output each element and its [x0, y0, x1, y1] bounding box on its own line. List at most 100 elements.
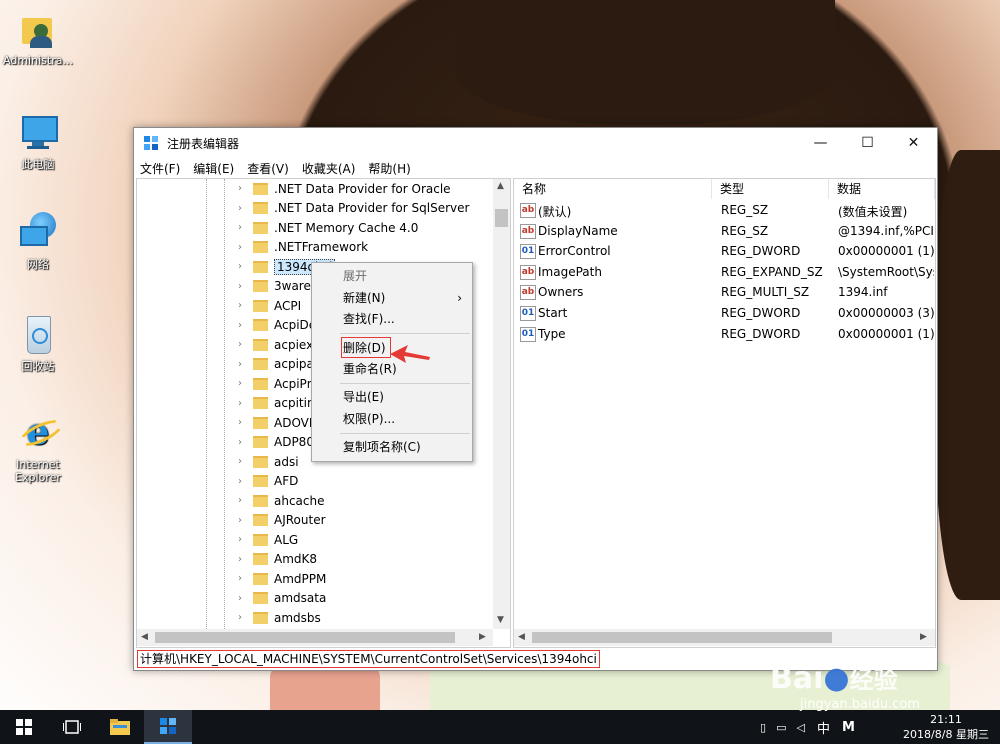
- scroll-thumb[interactable]: [155, 632, 455, 643]
- tree-item[interactable]: › .NET Data Provider for Oracle: [233, 179, 451, 198]
- expand-chevron-icon[interactable]: ›: [233, 359, 247, 370]
- task-view-button[interactable]: [48, 710, 96, 744]
- minimize-button[interactable]: —: [798, 128, 843, 158]
- value-row[interactable]: ab Owners REG_MULTI_SZ 1394.inf: [514, 283, 935, 303]
- clock-date: 2018/8/8 星期三: [903, 727, 989, 741]
- expand-chevron-icon[interactable]: ›: [233, 300, 247, 311]
- tree-item[interactable]: › .NETFramework: [233, 238, 368, 257]
- string-value-icon: ab: [520, 285, 536, 301]
- maximize-button[interactable]: ☐: [845, 128, 890, 158]
- column-header-data[interactable]: 数据: [829, 179, 935, 199]
- menu-favorites[interactable]: 收藏夹(A): [302, 160, 356, 177]
- input-mode-icon[interactable]: M: [842, 720, 855, 735]
- tree-item[interactable]: › adsi: [233, 452, 299, 471]
- expand-chevron-icon[interactable]: ›: [233, 456, 247, 467]
- value-row[interactable]: 01 Start REG_DWORD 0x00000003 (3): [514, 304, 935, 324]
- scroll-down-arrow[interactable]: ▼: [497, 615, 504, 625]
- expand-chevron-icon[interactable]: ›: [233, 222, 247, 233]
- usb-icon[interactable]: ▯: [760, 721, 766, 734]
- context-item-find[interactable]: 查找(F)...: [312, 308, 472, 330]
- tree-item[interactable]: › amdsbs: [233, 608, 321, 627]
- desktop-icon-label: Internet Explorer: [15, 458, 61, 484]
- start-button[interactable]: [0, 710, 48, 744]
- expand-chevron-icon[interactable]: ›: [233, 203, 247, 214]
- expand-chevron-icon[interactable]: ›: [233, 534, 247, 545]
- file-explorer-button[interactable]: [96, 710, 144, 744]
- expand-chevron-icon[interactable]: ›: [233, 261, 247, 272]
- close-button[interactable]: ✕: [891, 128, 936, 158]
- expand-chevron-icon[interactable]: ›: [233, 242, 247, 253]
- scroll-thumb[interactable]: [495, 209, 508, 227]
- tree-item[interactable]: › 3ware: [233, 277, 311, 296]
- title-bar[interactable]: 注册表编辑器 — ☐ ✕: [134, 128, 937, 158]
- ime-indicator[interactable]: 中: [817, 718, 830, 737]
- regedit-taskbar-button[interactable]: [144, 710, 192, 744]
- expand-chevron-icon[interactable]: ›: [233, 378, 247, 389]
- desktop-icon-internet-explorer[interactable]: e Internet Explorer: [0, 414, 76, 484]
- network-tray-icon[interactable]: ▭: [776, 721, 786, 734]
- menu-edit[interactable]: 编辑(E): [193, 160, 234, 177]
- expand-chevron-icon[interactable]: ›: [233, 398, 247, 409]
- scroll-right-arrow[interactable]: ▶: [920, 632, 927, 642]
- scroll-right-arrow[interactable]: ▶: [479, 632, 486, 642]
- desktop-icon-network[interactable]: 网络: [0, 212, 76, 272]
- context-item-expand[interactable]: 展开: [312, 265, 472, 287]
- value-row[interactable]: abDisplayName REG_SZ @1394.inf,%PCI\CC_0C0…: [514, 222, 935, 242]
- expand-chevron-icon[interactable]: ›: [233, 612, 247, 623]
- tree-item[interactable]: › AFD: [233, 472, 298, 491]
- expand-chevron-icon[interactable]: ›: [233, 183, 247, 194]
- value-row[interactable]: ab (默认) REG_SZ (数值未设置): [514, 201, 935, 221]
- tree-item[interactable]: › AJRouter: [233, 511, 326, 530]
- menu-bar: 文件(F) 编辑(E) 查看(V) 收藏夹(A) 帮助(H): [134, 158, 937, 178]
- tree-horizontal-scrollbar[interactable]: ◀ ▶: [137, 629, 493, 646]
- desktop-icon-this-pc[interactable]: 此电脑: [0, 112, 76, 172]
- expand-chevron-icon[interactable]: ›: [233, 320, 247, 331]
- expand-chevron-icon[interactable]: ›: [233, 593, 247, 604]
- taskbar: ▯ ▭ ◁ 中 M 21:11 2018/8/8 星期三: [0, 710, 1000, 744]
- tree-item[interactable]: › .NET Memory Cache 4.0: [233, 218, 418, 237]
- desktop-icon-administrator[interactable]: Administra...: [0, 10, 76, 67]
- tree-item[interactable]: › ahcache: [233, 491, 325, 510]
- expand-chevron-icon[interactable]: ›: [233, 417, 247, 428]
- clock[interactable]: 21:11 2018/8/8 星期三: [892, 710, 1000, 744]
- context-item-permissions[interactable]: 权限(P)...: [312, 408, 472, 430]
- tree-item[interactable]: › AmdK8: [233, 550, 317, 569]
- column-header-type[interactable]: 类型: [712, 179, 829, 199]
- tree-item[interactable]: › amdsata: [233, 589, 326, 608]
- value-row[interactable]: abImagePath REG_EXPAND_SZ \SystemRoot\Syst…: [514, 263, 935, 283]
- value-name: Type: [538, 326, 566, 341]
- value-row[interactable]: 01 Type REG_DWORD 0x00000001 (1): [514, 325, 935, 345]
- menu-view[interactable]: 查看(V): [247, 160, 289, 177]
- tree-vertical-scrollbar[interactable]: ▲ ▼: [493, 179, 510, 629]
- expand-chevron-icon[interactable]: ›: [233, 437, 247, 448]
- menu-help[interactable]: 帮助(H): [368, 160, 410, 177]
- tree-item[interactable]: › ACPI: [233, 296, 301, 315]
- expand-chevron-icon[interactable]: ›: [233, 281, 247, 292]
- column-header-name[interactable]: 名称: [514, 179, 712, 199]
- menu-file[interactable]: 文件(F): [140, 160, 180, 177]
- context-item-copy-key-name[interactable]: 复制项名称(C): [312, 436, 472, 458]
- values-horizontal-scrollbar[interactable]: ◀ ▶: [514, 629, 935, 646]
- scroll-up-arrow[interactable]: ▲: [497, 181, 504, 191]
- registry-values-list[interactable]: 名称 类型 数据 ab (默认) REG_SZ (数值未设置) ab DisplayNam…: [513, 178, 936, 648]
- expand-chevron-icon[interactable]: ›: [233, 573, 247, 584]
- expand-chevron-icon[interactable]: ›: [233, 495, 247, 506]
- expand-chevron-icon[interactable]: ›: [233, 339, 247, 350]
- expand-chevron-icon[interactable]: ›: [233, 476, 247, 487]
- expand-chevron-icon[interactable]: ›: [233, 515, 247, 526]
- tree-item[interactable]: › acpiex: [233, 335, 313, 354]
- context-item-export[interactable]: 导出(E): [312, 386, 472, 408]
- scroll-left-arrow[interactable]: ◀: [518, 632, 525, 642]
- desktop-icon-recycle-bin[interactable]: 回收站: [0, 314, 76, 374]
- scroll-left-arrow[interactable]: ◀: [141, 632, 148, 642]
- tree-item[interactable]: › ALG: [233, 530, 298, 549]
- expand-chevron-icon[interactable]: ›: [233, 554, 247, 565]
- context-item-new[interactable]: 新建(N) ›: [312, 287, 472, 309]
- tree-item[interactable]: › .NET Data Provider for SqlServer: [233, 199, 469, 218]
- tree-item[interactable]: › AcpiPmi: [233, 374, 322, 393]
- tree-item[interactable]: › AcpiDev: [233, 316, 323, 335]
- tree-item[interactable]: › AmdPPM: [233, 569, 326, 588]
- volume-icon[interactable]: ◁: [796, 721, 804, 734]
- value-row[interactable]: 01 ErrorControl REG_DWORD 0x00000001 (1): [514, 242, 935, 262]
- scroll-thumb[interactable]: [532, 632, 832, 643]
